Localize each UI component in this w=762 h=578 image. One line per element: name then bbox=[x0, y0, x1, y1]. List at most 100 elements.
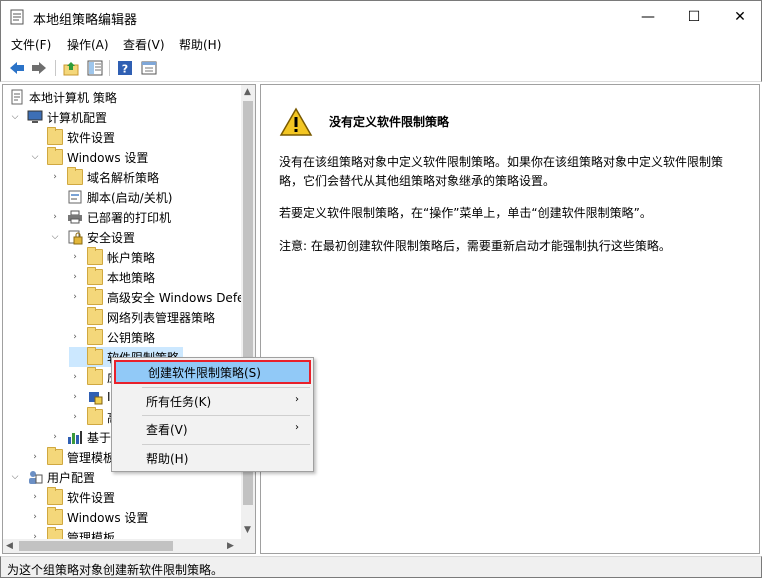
tree-item-scripts[interactable]: 脚本(启动/关机) bbox=[49, 187, 172, 207]
properties-icon[interactable] bbox=[139, 58, 159, 78]
minimize-button[interactable]: — bbox=[625, 1, 671, 33]
tree-item-computer-config[interactable]: ⌵ 计算机配置 bbox=[9, 107, 107, 127]
menu-file[interactable]: 文件(F) bbox=[11, 36, 51, 53]
window-title: 本地组策略编辑器 bbox=[33, 13, 138, 28]
horizontal-scroll-thumb[interactable] bbox=[19, 541, 173, 551]
tree-item-label: 网络列表管理器策略 bbox=[107, 310, 216, 325]
tree-item-windows-defender-firewall[interactable]: › 高级安全 Windows Defe bbox=[69, 287, 244, 307]
tree-item-label: 本地计算机 策略 bbox=[29, 90, 117, 105]
ctx-help[interactable]: 帮助(H) bbox=[114, 446, 311, 470]
tree-item-label: 脚本(启动/关机) bbox=[87, 190, 173, 205]
tree-item-local-computer-policy[interactable]: 本地计算机 策略 bbox=[9, 87, 117, 107]
chevron-right-icon[interactable]: › bbox=[69, 271, 81, 283]
chevron-right-icon[interactable]: › bbox=[49, 431, 61, 443]
tree-item-windows-settings[interactable]: ⌵ Windows 设置 bbox=[29, 147, 148, 167]
scroll-right-icon[interactable]: ▶ bbox=[227, 541, 234, 551]
ctx-separator bbox=[142, 415, 310, 416]
forward-arrow-icon[interactable] bbox=[29, 58, 49, 78]
chevron-down-icon[interactable]: ⌵ bbox=[49, 231, 61, 243]
folder-icon bbox=[87, 347, 103, 365]
scroll-up-icon[interactable]: ▲ bbox=[244, 87, 251, 97]
tree-item-label: 公钥策略 bbox=[107, 330, 156, 345]
tree-item-public-key-policies[interactable]: › 公钥策略 bbox=[69, 327, 155, 347]
scroll-left-icon[interactable]: ◀ bbox=[6, 541, 13, 551]
tree-item-label: 安全设置 bbox=[87, 230, 136, 245]
chevron-right-icon: › bbox=[295, 394, 299, 405]
tree-item-admin-templates[interactable]: › 管理模板 bbox=[29, 447, 115, 467]
ctx-separator bbox=[142, 444, 310, 445]
ctx-item-label: 所有任务(K) bbox=[146, 394, 212, 409]
chevron-right-icon[interactable]: › bbox=[29, 491, 41, 503]
ctx-item-label: 创建软件限制策略(S) bbox=[148, 365, 261, 380]
chevron-right-icon[interactable]: › bbox=[29, 511, 41, 523]
tree-item-label: 管理模板 bbox=[67, 450, 116, 465]
svg-text:?: ? bbox=[122, 63, 128, 76]
tree-item-security-settings[interactable]: ⌵ 安全设置 bbox=[49, 227, 135, 247]
status-bar: 为这个组策略对象创建新软件限制策略。 bbox=[0, 556, 762, 578]
show-hide-tree-icon[interactable] bbox=[85, 58, 105, 78]
tree-item-label: 用户配置 bbox=[47, 470, 96, 485]
chevron-right-icon[interactable]: › bbox=[69, 411, 81, 423]
printer-icon bbox=[68, 210, 82, 224]
policy-doc-icon bbox=[11, 89, 23, 105]
folder-icon bbox=[47, 507, 63, 525]
warning-icon bbox=[279, 107, 313, 136]
chevron-right-icon[interactable]: › bbox=[49, 211, 61, 223]
chevron-right-icon[interactable]: › bbox=[49, 171, 61, 183]
details-title: 没有定义软件限制策略 bbox=[329, 115, 450, 129]
ctx-create-software-restriction[interactable]: 创建软件限制策略(S) bbox=[114, 360, 311, 384]
folder-icon bbox=[47, 147, 63, 165]
horizontal-scrollbar[interactable]: ◀ ▶ bbox=[3, 539, 255, 553]
help-icon[interactable]: ? bbox=[115, 58, 135, 78]
tree-item-user-windows-settings[interactable]: › Windows 设置 bbox=[29, 507, 148, 527]
ctx-view[interactable]: 查看(V) › bbox=[114, 417, 311, 441]
tree-item-printers[interactable]: › 已部署的打印机 bbox=[49, 207, 171, 227]
menu-view[interactable]: 查看(V) bbox=[123, 36, 165, 53]
tree-item-network-list-manager[interactable]: 网络列表管理器策略 bbox=[69, 307, 215, 327]
tree-item-label: 已部署的打印机 bbox=[87, 210, 172, 225]
details-pane: 没有定义软件限制策略 没有在该组策略对象中定义软件限制策略。如果你在该组策略对象… bbox=[260, 84, 760, 554]
menu-bar: 文件(F) 操作(A) 查看(V) 帮助(H) bbox=[0, 32, 762, 54]
folder-icon bbox=[87, 287, 103, 305]
ctx-all-tasks[interactable]: 所有任务(K) › bbox=[114, 389, 311, 413]
chevron-down-icon[interactable]: ⌵ bbox=[9, 111, 21, 123]
tree-item-user-config[interactable]: ⌵ 用户配置 bbox=[9, 467, 95, 487]
chevron-right-icon[interactable]: › bbox=[29, 451, 41, 463]
folder-icon bbox=[87, 307, 103, 325]
tree-pane[interactable]: 本地计算机 策略 ⌵ 计算机配置 软件设置 ⌵ Windows 设置 › 域名解… bbox=[2, 84, 256, 554]
app-icon bbox=[10, 9, 24, 25]
maximize-button[interactable]: ☐ bbox=[671, 1, 717, 33]
close-button[interactable]: ✕ bbox=[717, 1, 762, 33]
chevron-right-icon[interactable]: › bbox=[69, 331, 81, 343]
tree-item-label: Windows 设置 bbox=[67, 510, 149, 525]
details-paragraph-2: 若要定义软件限制策略，在“操作”菜单上，单击“创建软件限制策略”。 bbox=[279, 206, 652, 220]
menu-action[interactable]: 操作(A) bbox=[67, 36, 109, 53]
menu-help[interactable]: 帮助(H) bbox=[179, 36, 221, 53]
folder-icon bbox=[87, 327, 103, 345]
tree-item-name-resolution[interactable]: › 域名解析策略 bbox=[49, 167, 159, 187]
details-paragraph-1: 没有在该组策略对象中定义软件限制策略。如果你在该组策略对象中定义软件限制策略，它… bbox=[279, 155, 724, 188]
chevron-down-icon[interactable]: ⌵ bbox=[9, 471, 21, 483]
tree-item-label: 域名解析策略 bbox=[87, 170, 160, 185]
chevron-down-icon[interactable]: ⌵ bbox=[29, 151, 41, 163]
folder-icon bbox=[47, 447, 63, 465]
chevron-right-icon[interactable]: › bbox=[69, 391, 81, 403]
tree-item-user-software-settings[interactable]: › 软件设置 bbox=[29, 487, 115, 507]
script-icon bbox=[68, 190, 82, 204]
chevron-right-icon[interactable]: › bbox=[69, 291, 81, 303]
scroll-down-icon[interactable]: ▼ bbox=[244, 525, 251, 535]
tree-item-local-policies[interactable]: › 本地策略 bbox=[69, 267, 155, 287]
chevron-right-icon[interactable]: › bbox=[69, 251, 81, 263]
ctx-item-label: 帮助(H) bbox=[146, 451, 189, 466]
security-icon bbox=[68, 230, 83, 245]
tree-item-software-settings[interactable]: 软件设置 bbox=[29, 127, 115, 147]
back-arrow-icon[interactable] bbox=[7, 58, 27, 78]
up-folder-icon[interactable] bbox=[61, 58, 81, 78]
tree-item-account-policies[interactable]: › 帐户策略 bbox=[69, 247, 155, 267]
details-paragraph-3: 注意: 在最初创建软件限制策略后，需要重新启动才能强制执行这些策略。 bbox=[279, 239, 671, 253]
tree-item-label: 软件设置 bbox=[67, 490, 116, 505]
tree-item-policy-based-qos[interactable]: › 基于 bbox=[49, 427, 111, 447]
status-text: 为这个组策略对象创建新软件限制策略。 bbox=[7, 563, 224, 577]
chevron-right-icon[interactable]: › bbox=[69, 371, 81, 383]
folder-icon bbox=[87, 367, 103, 385]
